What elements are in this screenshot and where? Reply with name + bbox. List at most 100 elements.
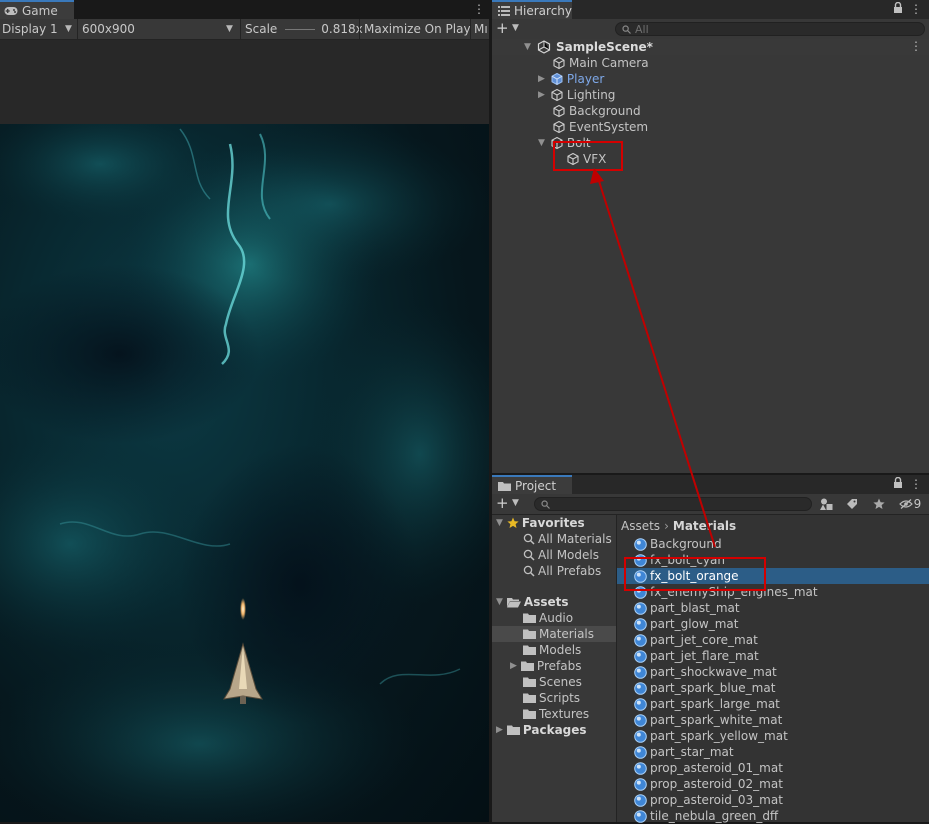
material-label: part_star_mat [650,745,734,759]
folder-models[interactable]: Models [523,642,581,658]
material-item[interactable]: prop_asteroid_03_mat [617,792,929,808]
favorite-item-all-materials[interactable]: All Materials [523,531,612,547]
scale-slider[interactable]: Scale 0.818x [245,19,363,39]
favorite-item-all-models[interactable]: All Models [523,547,599,563]
collapse-arrow-icon[interactable]: ▼ [496,597,503,607]
folder-materials[interactable]: Materials [492,626,616,642]
hierarchy-menu-icon[interactable]: ⋮ [910,2,922,16]
display-dropdown[interactable]: Display 1 ▼ [2,19,74,39]
annotation-box-fx-bolt-orange [624,557,766,591]
material-item[interactable]: part_blast_mat [617,600,929,616]
game-viewport[interactable] [0,124,489,822]
toolbar-overflow-button[interactable]: Mı [474,19,489,39]
favorite-item-all-prefabs[interactable]: All Prefabs [523,563,601,579]
hierarchy-item-eventsystem[interactable]: EventSystem [552,119,648,135]
folder-scripts[interactable]: Scripts [523,690,580,706]
chevron-down-icon[interactable]: ▼ [512,498,519,508]
gamepad-icon [4,6,18,16]
filter-by-label-icon[interactable] [843,496,861,512]
folder-prefabs[interactable]: ▶ Prefabs [510,658,581,674]
tab-game[interactable]: Game [0,0,74,19]
prefab-cube-icon [550,72,564,86]
folder-audio[interactable]: Audio [523,610,573,626]
material-sphere-icon [634,697,647,711]
filter-by-type-icon[interactable] [817,496,835,512]
material-item[interactable]: part_jet_flare_mat [617,648,929,664]
project-tab-label: Project [515,478,557,493]
collapse-arrow-icon[interactable]: ▼ [538,138,545,148]
favorites-row[interactable]: ▼ Favorites [496,515,585,531]
scale-slider-track[interactable] [285,28,316,30]
folder-scenes[interactable]: Scenes [523,674,582,690]
breadcrumb-materials[interactable]: Materials [673,519,736,533]
folder-label: Scripts [539,691,581,705]
resolution-label: 600x900 [82,22,135,36]
material-item[interactable]: part_jet_core_mat [617,632,929,648]
material-item[interactable]: part_glow_mat [617,616,929,632]
hierarchy-item-player[interactable]: ▶ Player [538,71,604,87]
hierarchy-search-placeholder: All [635,22,649,36]
material-item[interactable]: part_spark_blue_mat [617,680,929,696]
breadcrumb-assets[interactable]: Assets [621,519,660,533]
chevron-down-icon[interactable]: ▼ [512,23,519,33]
assets-row[interactable]: ▼ Assets [496,594,569,610]
expand-arrow-icon[interactable]: ▶ [510,661,517,671]
scale-value: 0.818x [321,22,363,36]
game-menu-icon[interactable]: ⋮ [473,2,485,16]
hidden-packages-toggle[interactable]: 9 [896,496,924,512]
nebula-background [0,124,489,822]
hierarchy-item-label: Background [569,104,641,118]
expand-arrow-icon[interactable]: ▶ [496,725,503,735]
material-label: part_spark_white_mat [650,713,783,727]
create-button[interactable]: + [496,20,509,37]
tab-hierarchy[interactable]: Hierarchy [492,0,572,19]
lock-icon[interactable] [893,477,903,489]
project-search-input[interactable] [534,497,812,511]
material-item[interactable]: part_spark_large_mat [617,696,929,712]
material-item[interactable]: Background [617,536,929,552]
expand-arrow-icon[interactable]: ▶ [538,90,545,100]
material-item[interactable]: prop_asteroid_02_mat [617,776,929,792]
material-sphere-icon [634,633,647,647]
folder-label: Textures [539,707,590,721]
list-icon [498,5,510,16]
project-panel: Project ⋮ + ▼ 9 ▼ Favorites All Material… [492,475,929,823]
scene-menu-icon[interactable]: ⋮ [910,39,922,53]
create-button[interactable]: + [496,495,509,512]
folder-icon [506,725,520,735]
material-label: tile_nebula_green_dff [650,809,779,823]
project-menu-icon[interactable]: ⋮ [910,477,922,491]
material-item[interactable]: prop_asteroid_01_mat [617,760,929,776]
material-label: Background [650,537,722,551]
material-item[interactable]: part_shockwave_mat [617,664,929,680]
tab-project[interactable]: Project [492,475,572,494]
folder-icon [523,709,536,719]
hierarchy-search-input[interactable]: All [615,22,925,36]
lock-icon[interactable] [893,2,903,14]
material-item[interactable]: part_spark_yellow_mat [617,728,929,744]
favorite-item-label: All Prefabs [538,564,602,578]
material-sphere-icon [634,793,647,807]
packages-row[interactable]: ▶ Packages [496,722,587,738]
hierarchy-item-background[interactable]: Background [552,103,641,119]
expand-arrow-icon[interactable]: ▼ [524,42,531,52]
search-icon [622,24,631,34]
cube-icon [552,56,566,70]
hierarchy-item-label: EventSystem [569,120,649,134]
packages-label: Packages [522,723,587,737]
material-item[interactable]: part_spark_white_mat [617,712,929,728]
expand-arrow-icon[interactable]: ▶ [538,74,545,84]
cube-icon [552,104,566,118]
material-label: part_spark_large_mat [650,697,780,711]
folder-textures[interactable]: Textures [523,706,589,722]
hierarchy-item-lighting[interactable]: ▶ Lighting [538,87,615,103]
maximize-on-play-toggle[interactable]: Maximize On Play [364,19,471,39]
scene-row[interactable]: ▼ SampleScene* ⋮ [492,39,929,55]
collapse-arrow-icon[interactable]: ▼ [496,518,503,528]
breadcrumb-separator-icon: › [664,519,669,533]
material-item[interactable]: part_star_mat [617,744,929,760]
resolution-dropdown[interactable]: 600x900 ▼ [82,19,236,39]
annotation-box-vfx [553,141,623,171]
star-icon[interactable] [870,496,888,512]
hierarchy-item-main-camera[interactable]: Main Camera [552,55,649,71]
